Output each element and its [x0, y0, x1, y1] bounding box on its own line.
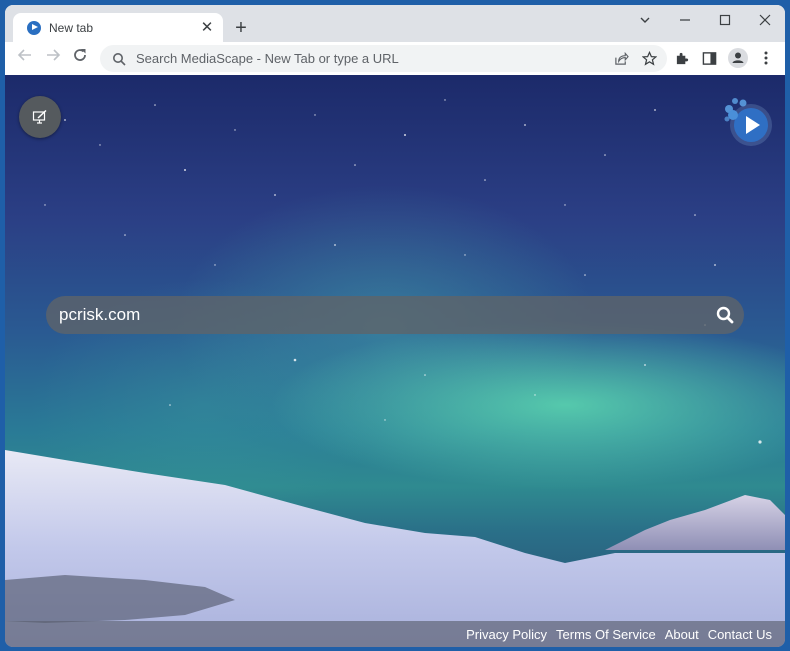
tab-search-chevron-down-icon[interactable] — [631, 9, 659, 33]
extensions-icon[interactable] — [670, 46, 694, 70]
reload-button[interactable] — [68, 46, 92, 70]
side-panel-icon[interactable] — [697, 46, 721, 70]
browser-toolbar: Search MediaScape - New Tab or type a UR… — [5, 42, 785, 75]
close-window-button[interactable] — [751, 9, 779, 33]
browser-window: New tab ✕ + Search MediaScape - New Tab … — [5, 5, 785, 647]
terms-of-service-link[interactable]: Terms Of Service — [556, 627, 656, 642]
tab-title: New tab — [49, 20, 94, 35]
minimize-button[interactable] — [671, 9, 699, 33]
address-bar-placeholder[interactable]: Search MediaScape - New Tab or type a UR… — [136, 51, 609, 66]
mediascape-logo-icon[interactable] — [721, 95, 773, 147]
search-button[interactable] — [706, 296, 744, 334]
maximize-button[interactable] — [711, 9, 739, 33]
contact-us-link[interactable]: Contact Us — [708, 627, 772, 642]
new-tab-page: Privacy Policy Terms Of Service About Co… — [5, 75, 785, 647]
footer-links: Privacy Policy Terms Of Service About Co… — [5, 621, 785, 647]
tab-new-tab[interactable]: New tab ✕ — [13, 13, 223, 42]
search-icon — [716, 306, 734, 324]
profile-avatar-icon[interactable] — [726, 46, 750, 70]
chrome-menu-icon[interactable] — [754, 46, 778, 70]
snowy-landscape — [5, 450, 785, 647]
customize-background-button[interactable] — [19, 96, 61, 138]
back-button[interactable] — [13, 46, 37, 70]
bookmark-star-icon[interactable] — [637, 47, 661, 71]
search-input[interactable] — [46, 305, 706, 325]
about-link[interactable]: About — [665, 627, 699, 642]
tab-close-icon[interactable]: ✕ — [199, 19, 215, 36]
forward-button[interactable] — [41, 46, 65, 70]
edit-background-icon — [32, 109, 47, 124]
search-icon — [113, 52, 126, 66]
privacy-policy-link[interactable]: Privacy Policy — [466, 627, 547, 642]
address-bar[interactable]: Search MediaScape - New Tab or type a UR… — [100, 45, 667, 72]
new-tab-button[interactable]: + — [230, 17, 252, 39]
mediascape-favicon-icon — [27, 20, 41, 35]
tab-strip: New tab ✕ + — [5, 5, 785, 42]
search-bar — [46, 296, 744, 334]
share-icon[interactable] — [609, 47, 633, 71]
